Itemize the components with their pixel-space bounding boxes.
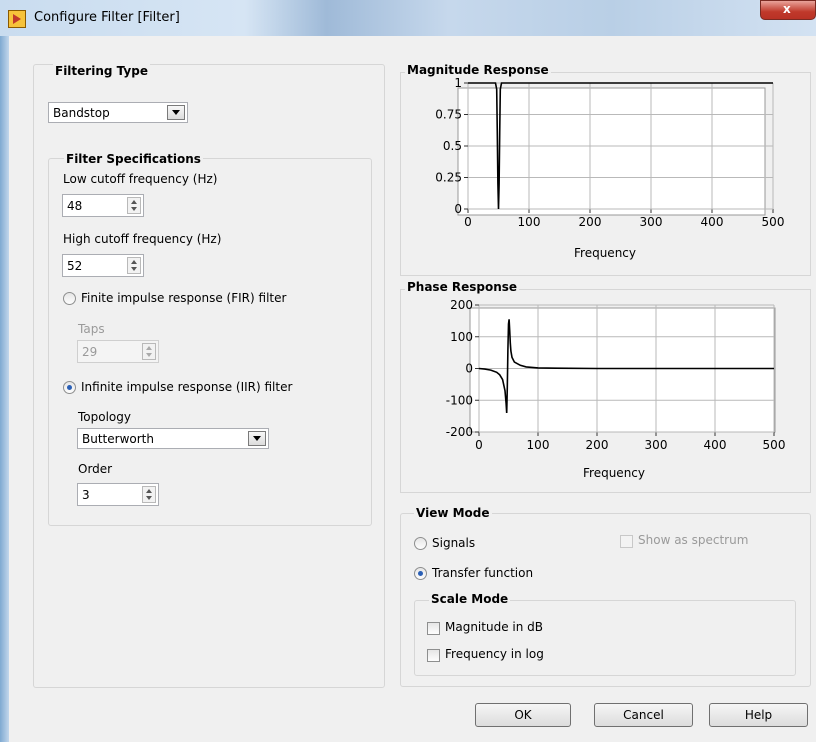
magnitude-xlabel: Frequency bbox=[574, 246, 636, 260]
frequency-in-log-label[interactable]: Frequency in log bbox=[445, 647, 544, 661]
y-tick-label: 0 bbox=[465, 362, 473, 376]
scale-mode-title: Scale Mode bbox=[429, 592, 511, 606]
scale-mode-panel bbox=[414, 600, 796, 676]
y-tick-label: -100 bbox=[446, 393, 473, 407]
cancel-button[interactable]: Cancel bbox=[594, 703, 693, 727]
spinner-arrows-icon[interactable] bbox=[127, 197, 141, 214]
frequency-in-log-checkbox[interactable] bbox=[427, 649, 440, 662]
order-input[interactable]: 3 bbox=[77, 483, 159, 506]
order-label: Order bbox=[78, 462, 113, 476]
view-mode-title: View Mode bbox=[414, 506, 492, 520]
x-tick-label: 400 bbox=[701, 215, 724, 229]
x-tick-label: 200 bbox=[586, 438, 609, 452]
filtering-type-title: Filtering Type bbox=[53, 64, 150, 78]
y-tick-label: 1 bbox=[454, 78, 462, 90]
transfer-function-label[interactable]: Transfer function bbox=[432, 566, 533, 580]
high-cutoff-value: 52 bbox=[67, 259, 83, 273]
magnitude-response-chart: 0 100 200 300 400 500 0 0.25 0.5 0.75 1 bbox=[435, 78, 785, 229]
order-value: 3 bbox=[82, 488, 90, 502]
plot-area bbox=[457, 87, 766, 216]
window-border bbox=[0, 36, 9, 742]
x-tick-label: 500 bbox=[762, 215, 785, 229]
labview-app-icon bbox=[8, 10, 26, 28]
x-tick-label: 100 bbox=[518, 215, 541, 229]
filtering-type-value: Bandstop bbox=[53, 106, 110, 120]
show-as-spectrum-label: Show as spectrum bbox=[638, 533, 749, 547]
signals-label[interactable]: Signals bbox=[432, 536, 475, 550]
x-tick-label: 500 bbox=[763, 438, 786, 452]
spinner-arrows-icon bbox=[142, 343, 156, 360]
x-tick-label: 200 bbox=[579, 215, 602, 229]
x-tick-label: 400 bbox=[704, 438, 727, 452]
dialog-body: Filtering Type Bandstop Filter Specifica… bbox=[9, 36, 816, 742]
high-cutoff-label: High cutoff frequency (Hz) bbox=[63, 232, 222, 246]
topology-label: Topology bbox=[78, 410, 131, 424]
topology-select[interactable]: Butterworth bbox=[77, 428, 269, 449]
plot-area bbox=[469, 307, 776, 433]
x-tick-label: 100 bbox=[527, 438, 550, 452]
configure-filter-window: Configure Filter [Filter] x Filtering Ty… bbox=[0, 0, 816, 742]
y-tick-label: 0.5 bbox=[443, 139, 462, 153]
help-button[interactable]: Help bbox=[709, 703, 808, 727]
chevron-down-icon[interactable] bbox=[248, 431, 266, 446]
close-button[interactable]: x bbox=[760, 0, 816, 20]
transfer-function-radio[interactable] bbox=[414, 567, 427, 580]
taps-value: 29 bbox=[82, 345, 98, 359]
magnitude-response-title: Magnitude Response bbox=[405, 63, 551, 77]
fir-label[interactable]: Finite impulse response (FIR) filter bbox=[81, 291, 286, 305]
filter-specifications-title: Filter Specifications bbox=[64, 152, 203, 166]
phase-response-chart: 0 100 200 300 400 500 -200 -100 0 100 200 bbox=[446, 298, 786, 452]
signals-radio[interactable] bbox=[414, 537, 427, 550]
phase-xlabel: Frequency bbox=[583, 466, 645, 480]
low-cutoff-input[interactable]: 48 bbox=[62, 194, 144, 217]
iir-radio[interactable] bbox=[63, 381, 76, 394]
magnitude-in-db-checkbox[interactable] bbox=[427, 622, 440, 635]
close-icon: x bbox=[783, 2, 791, 16]
x-tick-label: 0 bbox=[464, 215, 472, 229]
low-cutoff-label: Low cutoff frequency (Hz) bbox=[63, 172, 218, 186]
low-cutoff-value: 48 bbox=[67, 199, 83, 213]
fir-radio[interactable] bbox=[63, 292, 76, 305]
x-tick-label: 0 bbox=[475, 438, 483, 452]
high-cutoff-input[interactable]: 52 bbox=[62, 254, 144, 277]
spinner-arrows-icon[interactable] bbox=[142, 486, 156, 503]
spinner-arrows-icon[interactable] bbox=[127, 257, 141, 274]
taps-label: Taps bbox=[78, 322, 105, 336]
x-tick-label: 300 bbox=[645, 438, 668, 452]
ok-button[interactable]: OK bbox=[475, 703, 571, 727]
magnitude-in-db-label[interactable]: Magnitude in dB bbox=[445, 620, 543, 634]
y-tick-label: 0.75 bbox=[435, 108, 462, 122]
iir-label[interactable]: Infinite impulse response (IIR) filter bbox=[81, 380, 292, 394]
filtering-type-select[interactable]: Bandstop bbox=[48, 102, 188, 123]
x-tick-label: 300 bbox=[640, 215, 663, 229]
show-as-spectrum-checkbox bbox=[620, 535, 633, 548]
phase-response-title: Phase Response bbox=[405, 280, 520, 294]
taps-input: 29 bbox=[77, 340, 159, 363]
y-tick-label: 100 bbox=[450, 330, 473, 344]
y-tick-label: -200 bbox=[446, 425, 473, 439]
title-bar[interactable]: Configure Filter [Filter] x bbox=[0, 0, 816, 36]
chevron-down-icon[interactable] bbox=[167, 105, 185, 120]
y-tick-label: 0 bbox=[454, 202, 462, 216]
y-tick-label: 0.25 bbox=[435, 171, 462, 185]
y-tick-label: 200 bbox=[450, 298, 473, 312]
window-title: Configure Filter [Filter] bbox=[34, 10, 180, 25]
topology-value: Butterworth bbox=[82, 432, 154, 446]
